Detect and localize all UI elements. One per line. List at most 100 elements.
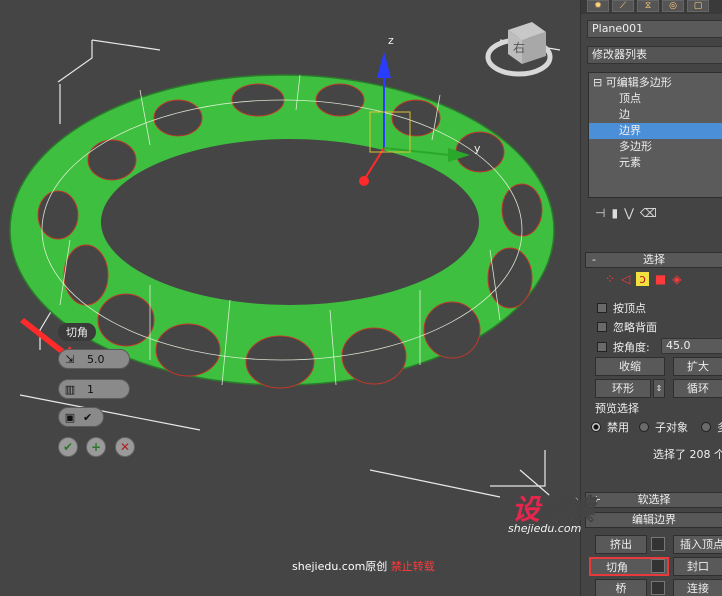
command-panel: ✹ ⟋ ⧖ ◎ ▢ Plane001 修改器列表 ⊟ 可编辑多边形 顶点 边 边… (580, 0, 722, 596)
footer-watermark: shejiedu.com原创 禁止转载 (292, 558, 435, 574)
ok-button[interactable]: ✔ (58, 437, 78, 457)
shrink-button[interactable]: 收缩 (595, 357, 665, 376)
chamfer-open-toggle[interactable]: ▣ ✔ (58, 407, 104, 427)
selection-status: 选择了 208 个 (653, 448, 722, 461)
preview-multi-label: 多 (717, 419, 722, 435)
bridge-settings-icon[interactable] (651, 581, 665, 595)
chamfer-segments-field[interactable]: ▥ 1 (58, 379, 130, 399)
preview-disabled-radio[interactable]: 禁用 (591, 419, 629, 435)
ignore-backfacing-label: 忽略背面 (613, 321, 657, 334)
axis-z-label: z (388, 34, 394, 47)
stack-tools: ⊣ ▮ ⋁ ⌫ (595, 206, 657, 220)
checkbox-box (597, 322, 607, 332)
hierarchy-tab-icon[interactable]: ⧖ (637, 0, 659, 12)
radio-dot (639, 422, 649, 432)
stack-item-editable-poly[interactable]: ⊟ 可编辑多边形 (589, 75, 722, 91)
preview-multi-radio[interactable]: 多 (701, 419, 722, 435)
preview-subobject-radio[interactable]: 子对象 (639, 419, 688, 435)
stack-item-edge[interactable]: 边 (589, 107, 722, 123)
axis-y-label: y (474, 142, 481, 155)
collapse-icon: ⊟ (593, 76, 603, 89)
watermark-site: shejiedu.com (508, 522, 582, 535)
ring-button[interactable]: 环形 (595, 379, 651, 398)
grow-button[interactable]: 扩大 (673, 357, 722, 376)
amount-value: 5.0 (87, 352, 105, 366)
segments-icon: ▥ (64, 382, 76, 396)
bridge-button[interactable]: 桥 (595, 579, 647, 596)
selection-title: 选择 (643, 253, 665, 266)
plus-icon: + (90, 440, 102, 454)
chamfer-label: 切角 (606, 561, 628, 574)
chamfer-settings-icon[interactable] (651, 559, 665, 573)
viewport-scene[interactable]: z y 右 (0, 0, 580, 596)
chamfer-caddy-title: 切角 (58, 323, 96, 341)
make-unique-icon[interactable]: ⋁ (624, 206, 634, 220)
modifier-list-dropdown[interactable]: 修改器列表 (587, 46, 722, 64)
display-tab-icon[interactable]: ▢ (687, 0, 709, 12)
by-angle-checkbox[interactable]: 按角度: (597, 339, 650, 355)
stack-item-border[interactable]: 边界 (589, 123, 722, 139)
cancel-button[interactable]: ✕ (115, 437, 135, 457)
connect-button[interactable]: 连接 (673, 579, 722, 596)
chamfer-amount-field[interactable]: ⇲ 5.0 (58, 349, 130, 369)
segments-value: 1 (87, 382, 94, 396)
rollout-collapse-icon: - (592, 253, 596, 266)
viewport[interactable]: z y 右 切角 ⇲ 5.0 ▥ 1 ▣ ✔ ✔ + ✕ shejiedu.co… (0, 0, 580, 596)
preview-subobject-label: 子对象 (655, 421, 688, 434)
stack-item-vertex[interactable]: 顶点 (589, 91, 722, 107)
footer-forbid: 禁止转载 (390, 560, 435, 573)
check-icon: ✔ (83, 410, 93, 424)
pin-stack-icon[interactable]: ⊣ (595, 206, 605, 220)
element-mode-icon[interactable]: ◈ (672, 272, 681, 286)
by-angle-label: 按角度: (613, 341, 650, 354)
ok-check-icon: ✔ (62, 440, 74, 454)
edit-borders-rollout[interactable]: 编辑边界 (585, 512, 722, 528)
by-vertex-label: 按顶点 (613, 302, 646, 315)
border-mode-icon[interactable]: ↄ (636, 272, 649, 286)
rollout-expand-icon: + (592, 493, 602, 506)
show-end-result-icon[interactable]: ▮ (611, 206, 618, 220)
stack-item-polygon[interactable]: 多边形 (589, 139, 722, 155)
create-tab-icon[interactable]: ✹ (587, 0, 609, 12)
vertex-mode-icon[interactable]: ⁘ (605, 272, 615, 286)
soft-selection-rollout[interactable]: + 软选择 (585, 492, 722, 508)
subobject-buttons: ⁘ ◁ ↄ ■ ◈ (605, 272, 681, 286)
ignore-backfacing-checkbox[interactable]: 忽略背面 (597, 319, 657, 335)
soft-selection-title: 软选择 (637, 493, 671, 506)
checkbox-box (597, 303, 607, 313)
stack-item-element[interactable]: 元素 (589, 155, 722, 171)
extrude-settings-icon[interactable] (651, 537, 665, 551)
open-chamfer-icon: ▣ (64, 410, 76, 424)
preview-disabled-label: 禁用 (607, 421, 629, 434)
extrude-button[interactable]: 挤出 (595, 535, 647, 554)
object-name-field[interactable]: Plane001 (587, 20, 722, 38)
close-icon: ✕ (119, 440, 131, 454)
caddy-title: 切角 (66, 326, 88, 339)
checkbox-box (597, 342, 607, 352)
panel-tabs: ✹ ⟋ ⧖ ◎ ▢ (581, 0, 722, 14)
spinner-icon: ⇕ (655, 384, 663, 393)
angle-value-field[interactable]: 45.0 (661, 338, 722, 354)
stack-label: 可编辑多边形 (605, 76, 672, 89)
motion-tab-icon[interactable]: ◎ (662, 0, 684, 12)
radio-dot (591, 422, 601, 432)
polygon-mode-icon[interactable]: ■ (655, 272, 666, 286)
preview-selection-label: 预览选择 (595, 402, 639, 415)
cap-button[interactable]: 封口 (673, 557, 722, 576)
viewcube-label: 右 (513, 40, 525, 55)
ring-spinner[interactable]: ⇕ (653, 379, 665, 398)
apply-button[interactable]: + (86, 437, 106, 457)
footer-site: shejiedu.com (292, 560, 366, 573)
remove-modifier-icon[interactable]: ⌫ (640, 206, 657, 220)
modify-tab-icon[interactable]: ⟋ (612, 0, 634, 12)
modifier-stack: ⊟ 可编辑多边形 顶点 边 边界 多边形 元素 (588, 72, 722, 198)
selection-rollout-header[interactable]: - 选择 (585, 252, 722, 268)
loop-button[interactable]: 循环 (673, 379, 722, 398)
radio-dot (701, 422, 711, 432)
edit-borders-title: 编辑边界 (632, 513, 676, 526)
insert-vertex-button[interactable]: 插入顶点 (673, 535, 722, 554)
by-vertex-checkbox[interactable]: 按顶点 (597, 300, 646, 316)
amount-icon: ⇲ (65, 352, 75, 366)
edge-mode-icon[interactable]: ◁ (621, 272, 630, 286)
footer-original: 原创 (365, 560, 388, 573)
